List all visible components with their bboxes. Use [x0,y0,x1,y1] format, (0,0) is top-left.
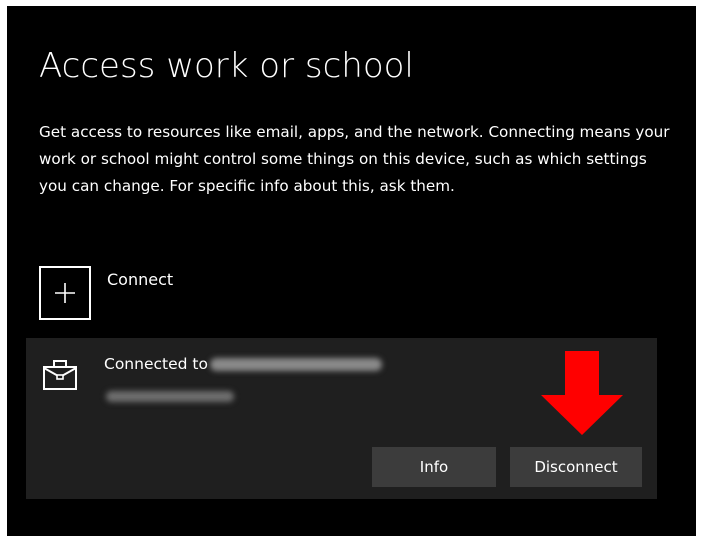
arrow-down-icon [541,351,623,435]
connect-tile [39,266,91,320]
connect-label: Connect [107,270,174,289]
briefcase-icon [43,360,77,390]
info-button[interactable]: Info [372,447,496,487]
connected-to-label: Connected to [104,355,208,373]
page-description: Get access to resources like email, apps… [39,123,670,195]
connect-button[interactable]: Connect [39,266,173,324]
plus-icon [55,283,75,303]
page-title: Access work or school [39,46,414,86]
settings-window: Access work or school Get access to reso… [7,6,696,536]
redacted-email [106,391,234,402]
connected-to-line: Connected to [104,355,382,373]
redacted-domain [209,357,382,371]
disconnect-button[interactable]: Disconnect [510,447,642,487]
